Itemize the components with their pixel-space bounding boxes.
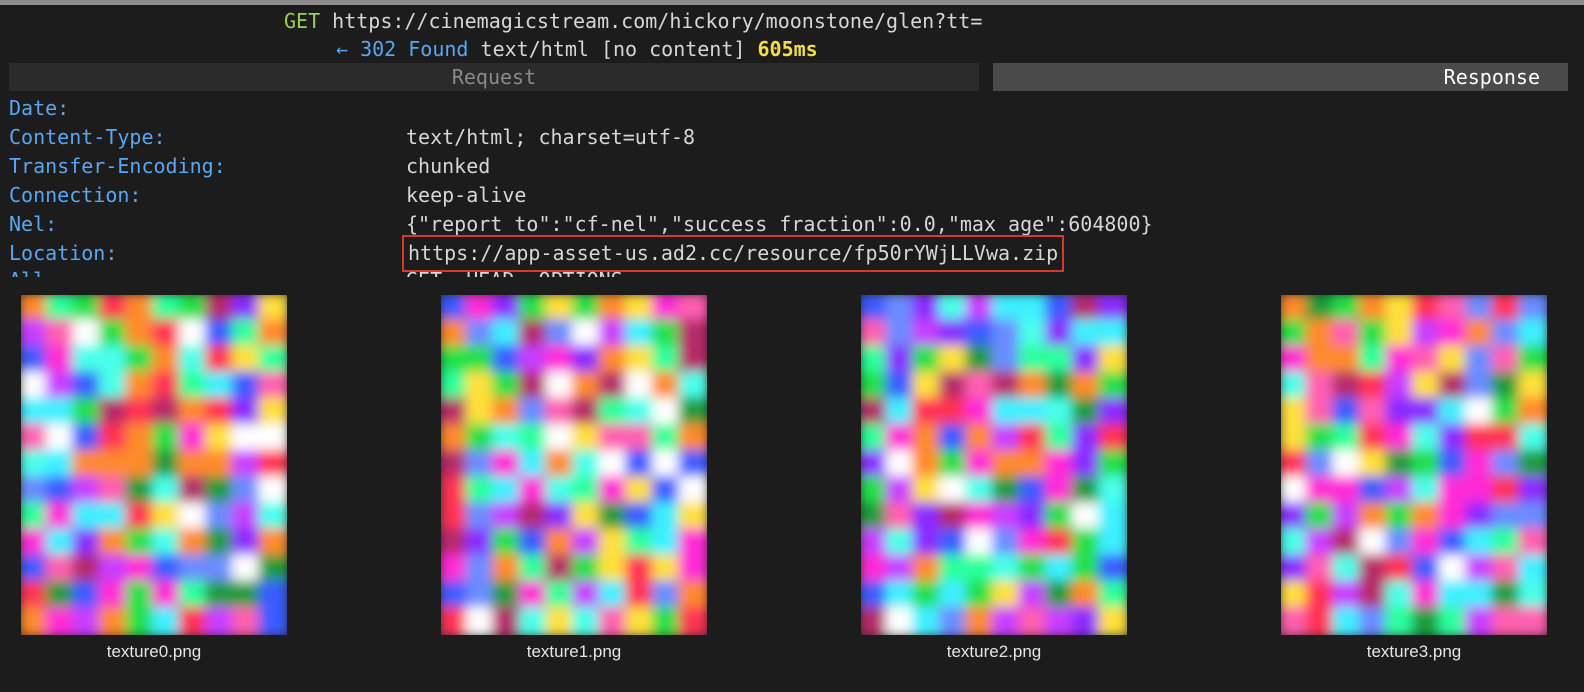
status-code: 302	[360, 37, 397, 61]
response-duration: 605ms	[757, 37, 818, 61]
header-key: Location:	[9, 241, 118, 265]
header-value: chunked	[406, 154, 491, 178]
tab-request-label: Request	[451, 65, 537, 89]
texture-thumbnail[interactable]	[861, 295, 1127, 635]
texture-thumbnail[interactable]	[21, 295, 287, 635]
response-arrow-icon: ←	[336, 37, 349, 61]
texture-caption: texture0.png	[106, 642, 202, 661]
response-headers-panel: Date: Content-Type: text/html; charset=u…	[0, 94, 1584, 277]
texture-caption: texture1.png	[526, 642, 622, 661]
header-key: Transfer-Encoding:	[9, 154, 226, 178]
header-key: Date:	[9, 96, 70, 120]
request-method: GET	[284, 9, 321, 33]
content-info: text/html [no content]	[480, 37, 746, 61]
header-value: GET, HEAD, OPTIONS	[406, 266, 623, 277]
header-value: {"report_to":"cf-nel","success_fraction"…	[406, 212, 1153, 236]
texture-caption: texture3.png	[1366, 642, 1462, 661]
request-url[interactable]: https://cinemagicstream.com/hickory/moon…	[332, 9, 982, 33]
tab-response-label: Response	[1443, 65, 1540, 89]
header-key: Connection:	[9, 183, 142, 207]
texture-gallery: texture0.png texture1.png texture2.png t…	[0, 277, 1584, 692]
texture-image	[441, 295, 707, 635]
location-url-highlighted[interactable]: https://app-asset-us.ad2.cc/resource/fp5…	[401, 235, 1065, 272]
texture-thumbnail[interactable]	[1281, 295, 1547, 635]
response-status-line: ← 302 Found text/html [no content] 605ms	[336, 36, 818, 62]
status-text: Found	[408, 37, 469, 61]
top-scroll-bar	[0, 0, 1584, 5]
texture-image	[861, 295, 1127, 635]
texture-image	[21, 295, 287, 635]
header-key: Nel:	[9, 212, 58, 236]
tab-request[interactable]: Request	[9, 63, 979, 91]
texture-image	[1281, 295, 1547, 635]
request-line[interactable]: GET https://cinemagicstream.com/hickory/…	[284, 8, 982, 34]
tab-response[interactable]: Response	[993, 63, 1568, 91]
header-value: keep-alive	[406, 183, 527, 207]
texture-thumbnail[interactable]	[441, 295, 707, 635]
header-key: All	[9, 266, 45, 277]
texture-caption: texture2.png	[946, 642, 1042, 661]
header-value: text/html; charset=utf-8	[406, 125, 695, 149]
header-key: Content-Type:	[9, 125, 166, 149]
